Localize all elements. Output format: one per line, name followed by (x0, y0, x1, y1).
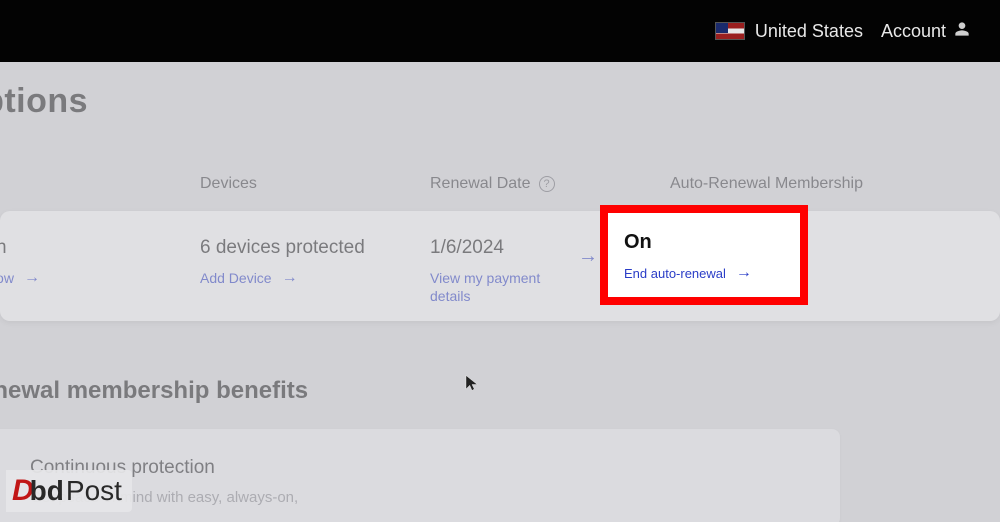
benefit-subtitle: Get peace of mind with easy, always-on, (30, 489, 750, 506)
page-content: criptions Devices Renewal Date ? Auto-Re… (0, 62, 1000, 522)
payment-details-link[interactable]: View my payment details (430, 269, 550, 305)
subscription-card: otection wnload now → 6 devices protecte… (0, 211, 1000, 321)
col-header-devices: Devices (200, 175, 430, 193)
watermark-logo: D bd Post (6, 470, 132, 512)
payment-link-label: View my payment details (430, 269, 550, 305)
person-icon (954, 21, 970, 42)
help-icon[interactable]: ? (539, 176, 555, 192)
download-link[interactable]: wnload now → (0, 269, 140, 287)
us-flag-icon (715, 22, 745, 40)
account-label: Account (881, 21, 946, 42)
arrow-right-icon: → (24, 269, 40, 287)
renewal-date: 1/6/2024 (430, 237, 550, 259)
product-cell: otection wnload now → (0, 237, 140, 287)
download-label: wnload now (0, 270, 14, 286)
devices-cell: 6 devices protected Add Device → (200, 237, 430, 287)
benefit-title: Continuous protection (30, 457, 750, 479)
benefits-section-title: to-renewal membership benefits (0, 377, 1000, 405)
end-auto-renewal-label: End auto-renewal (624, 266, 726, 281)
region-label: United States (755, 21, 863, 42)
add-device-link[interactable]: Add Device → (200, 269, 430, 287)
auto-renewal-cell-highlight: On End auto-renewal → (600, 205, 808, 305)
col-header-auto-renewal: Auto-Renewal Membership (670, 175, 863, 193)
account-menu[interactable]: Account (881, 21, 970, 42)
watermark-bd: bd (30, 475, 64, 507)
col-header-product (0, 175, 140, 193)
arrow-right-icon[interactable]: → (578, 245, 598, 268)
auto-renewal-status: On (624, 231, 784, 254)
add-device-label: Add Device (200, 270, 272, 286)
watermark-post: Post (66, 475, 122, 507)
arrow-right-icon: → (736, 264, 752, 282)
col-header-renewal: Renewal Date ? (430, 175, 670, 193)
arrow-right-icon: → (282, 269, 298, 287)
page-title: criptions (0, 82, 1000, 121)
devices-count: 6 devices protected (200, 237, 430, 259)
product-name: otection (0, 237, 140, 259)
region-selector[interactable]: United States (715, 21, 863, 42)
subscription-column-headers: Devices Renewal Date ? Auto-Renewal Memb… (0, 175, 1000, 193)
top-header: United States Account (0, 0, 1000, 62)
end-auto-renewal-link[interactable]: End auto-renewal → (624, 264, 784, 282)
renewal-header-label: Renewal Date (430, 175, 531, 193)
